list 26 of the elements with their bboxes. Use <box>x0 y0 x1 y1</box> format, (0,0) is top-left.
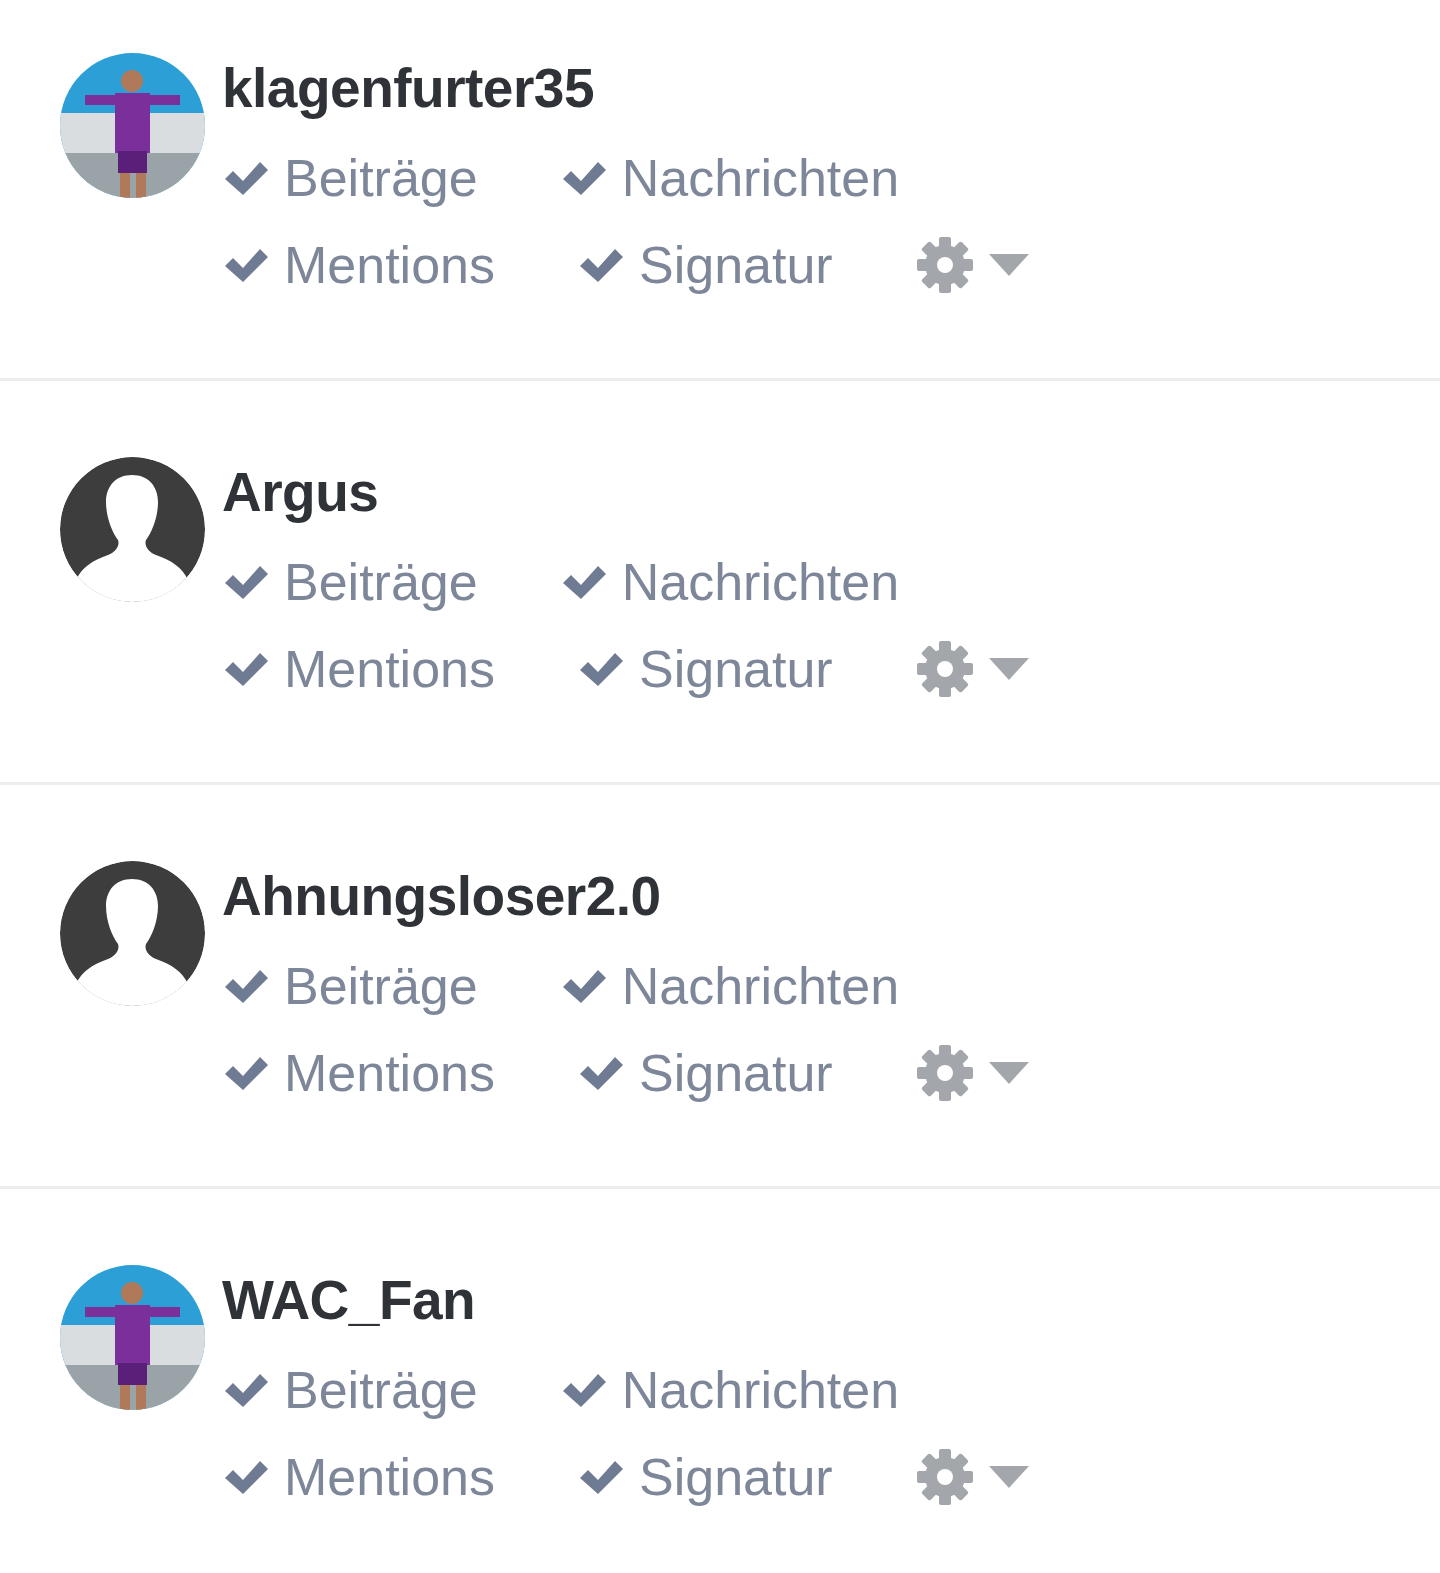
username[interactable]: klagenfurter35 <box>222 53 1029 123</box>
option-toggle[interactable]: Nachrichten <box>559 151 900 204</box>
caret-icon <box>988 253 1029 276</box>
gear-icon <box>914 1042 975 1103</box>
username[interactable]: WAC_Fan <box>222 1265 1029 1335</box>
option-toggle[interactable]: Mentions <box>222 642 495 695</box>
option-toggle[interactable]: Nachrichten <box>559 959 900 1012</box>
gear-icon <box>914 638 975 699</box>
caret-icon <box>988 1465 1029 1488</box>
username[interactable]: Argus <box>222 457 1029 527</box>
settings-dropdown[interactable] <box>914 638 1029 699</box>
option-toggle[interactable]: Mentions <box>222 1046 495 1099</box>
avatar-icon <box>60 861 205 1006</box>
gear-icon <box>914 1446 975 1507</box>
caret-icon <box>988 1061 1029 1084</box>
option-toggle[interactable]: Nachrichten <box>559 555 900 608</box>
settings-dropdown[interactable] <box>914 234 1029 295</box>
gear-icon <box>914 234 975 295</box>
caret-icon <box>988 657 1029 680</box>
username[interactable]: Ahnungsloser2.0 <box>222 861 1029 931</box>
settings-dropdown[interactable] <box>914 1042 1029 1103</box>
option-toggle[interactable]: Mentions <box>222 238 495 291</box>
option-toggle[interactable]: Mentions <box>222 1450 495 1503</box>
settings-dropdown[interactable] <box>914 1446 1029 1507</box>
option-toggle[interactable]: Nachrichten <box>559 1363 900 1416</box>
avatar-icon <box>60 457 205 602</box>
